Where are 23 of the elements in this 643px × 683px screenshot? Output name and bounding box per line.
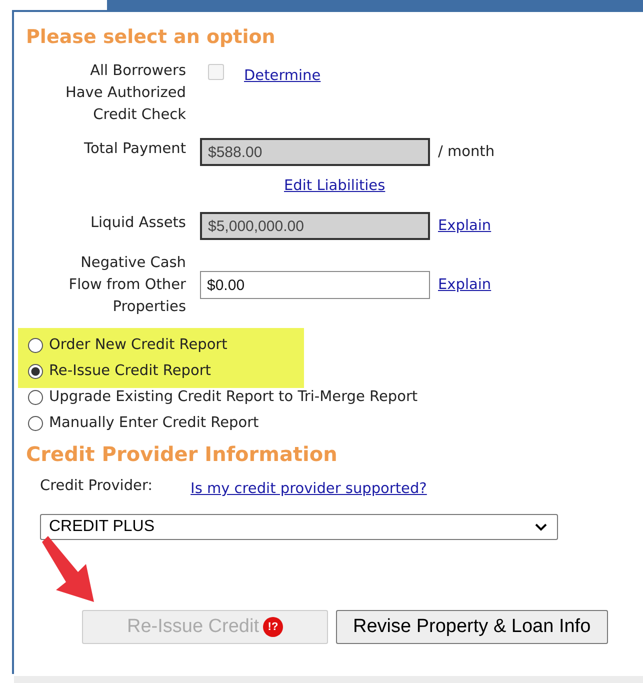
input-field[interactable]: $0.00	[200, 271, 430, 299]
field-label: Total Payment	[84, 140, 186, 159]
section-title: Credit Provider Information	[26, 442, 338, 466]
help-link[interactable]: Is my credit provider supported?	[190, 478, 427, 500]
radio-label[interactable]: Manually Enter Credit Report	[49, 415, 259, 431]
radio-label[interactable]: Order New Credit Report	[49, 337, 228, 353]
field-label: Liquid Assets	[90, 214, 186, 233]
provider-dropdown[interactable]: CREDIT PLUS	[40, 514, 558, 540]
field-label: All Borrowers Have Authorized Credit Check	[64, 62, 186, 125]
action-button[interactable]: Revise Property & Loan Info	[336, 610, 608, 644]
chevron-down-icon	[535, 523, 547, 531]
explain-link[interactable]: Explain	[438, 271, 492, 299]
warning-badge: !?	[263, 617, 283, 637]
field-label: Negative Cash Flow from Other Properties	[68, 254, 186, 317]
radio-button[interactable]	[28, 416, 43, 430]
radio-label[interactable]: Re-Issue Credit Report	[49, 363, 211, 379]
checkbox[interactable]	[208, 64, 224, 80]
radio-button[interactable]	[28, 390, 43, 404]
section-title: Please select an option	[26, 26, 276, 48]
radio-label[interactable]: Upgrade Existing Credit Report to Tri-Merge Report	[49, 389, 418, 405]
determine-link[interactable]: Determine	[244, 62, 321, 90]
field-label: Credit Provider:	[40, 478, 153, 496]
unit-label: / month	[438, 143, 495, 162]
